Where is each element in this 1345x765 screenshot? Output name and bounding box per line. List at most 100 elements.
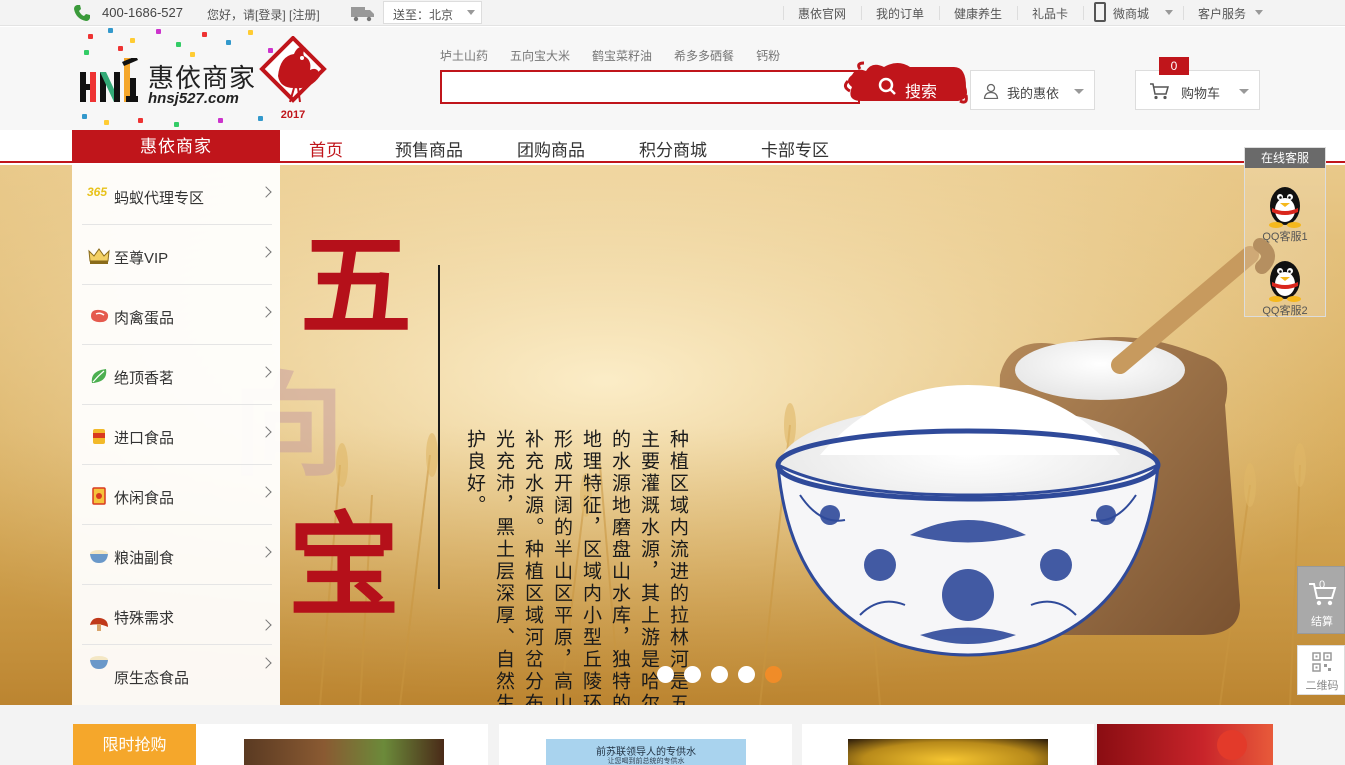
category-label: 原生态食品 bbox=[114, 670, 190, 687]
delivery-region-select[interactable]: 送至：北京 bbox=[383, 1, 482, 24]
chevron-down-icon bbox=[1074, 89, 1084, 94]
category-label: 至尊VIP bbox=[114, 250, 169, 267]
nav-points-mall[interactable]: 积分商城 bbox=[639, 136, 707, 161]
hot-search-words: 垆土山药 五向宝大米 鹤宝菜籽油 希多多硒餐 钙粉 bbox=[440, 47, 802, 64]
qrcode-label: 二维码 bbox=[1305, 680, 1339, 692]
carousel-dot[interactable] bbox=[738, 666, 755, 683]
chevron-right-icon bbox=[260, 657, 272, 669]
tea-leaf-icon bbox=[91, 369, 107, 383]
hotword-link[interactable]: 五向宝大米 bbox=[510, 49, 570, 63]
category-label: 蚂蚁代理专区 bbox=[114, 190, 205, 207]
category-tea[interactable]: 绝顶香茗 bbox=[82, 345, 272, 405]
divider bbox=[1183, 6, 1184, 20]
carousel-dot[interactable] bbox=[684, 666, 701, 683]
category-grain-oil[interactable]: 粮油副食 bbox=[82, 525, 272, 585]
promo-card[interactable] bbox=[196, 724, 488, 765]
search-button[interactable] bbox=[842, 57, 970, 109]
promo-water-subtitle: 让您喝到前总统的专供水 bbox=[607, 758, 685, 765]
qq-agent-label[interactable]: QQ客服2 bbox=[1245, 302, 1325, 318]
category-imported[interactable]: 进口食品 bbox=[82, 405, 272, 465]
rooster-year-badge: 2017 bbox=[259, 36, 327, 121]
my-orders-link[interactable]: 我的订单 bbox=[876, 0, 924, 26]
user-icon bbox=[983, 83, 999, 99]
svg-text:五: 五 bbox=[300, 221, 412, 352]
customer-service-link[interactable]: 客户服务 bbox=[1198, 0, 1246, 26]
category-menu: 365 蚂蚁代理专区 至尊VIP 肉禽蛋品 绝顶香茗 进口食品 休闲食品 粮油副… bbox=[72, 165, 280, 705]
confetti-dot bbox=[190, 52, 195, 57]
nav-group-buy[interactable]: 团购商品 bbox=[517, 136, 585, 161]
cart-icon bbox=[1309, 583, 1337, 606]
category-ant-agent[interactable]: 365 蚂蚁代理专区 bbox=[82, 165, 272, 225]
logo-url: hnsj527.com bbox=[148, 90, 239, 107]
confetti-dot bbox=[174, 122, 179, 127]
qq-penguin-icon[interactable] bbox=[1263, 182, 1307, 228]
nav-card-zone[interactable]: 卡部专区 bbox=[761, 136, 829, 161]
my-account-button[interactable]: 我的惠依 bbox=[970, 70, 1095, 110]
main-nav: 惠依商家 首页 预售商品 团购商品 积分商城 卡部专区 bbox=[0, 130, 1345, 163]
carousel-dot[interactable] bbox=[711, 666, 728, 683]
rice-bowl-icon bbox=[90, 550, 108, 563]
chevron-right-icon bbox=[260, 186, 272, 198]
divider bbox=[861, 6, 862, 20]
phone-icon bbox=[74, 5, 90, 21]
promo-card[interactable] bbox=[802, 724, 1094, 765]
category-label: 绝顶香茗 bbox=[114, 370, 175, 387]
carousel-dot-active[interactable] bbox=[765, 666, 782, 683]
category-label: 特殊需求 bbox=[114, 610, 175, 627]
promo-card-image bbox=[848, 739, 1048, 765]
promo-lantern-image bbox=[1217, 730, 1247, 760]
category-organic[interactable]: 原生态食品 bbox=[82, 645, 272, 705]
online-service-title: 在线客服 bbox=[1245, 148, 1325, 168]
category-meat-eggs[interactable]: 肉禽蛋品 bbox=[82, 285, 272, 345]
confetti-dot bbox=[104, 120, 109, 125]
confetti-dot bbox=[218, 118, 223, 123]
qq-penguin-icon[interactable] bbox=[1263, 256, 1307, 302]
flash-sale-tab[interactable]: 限时抢购 bbox=[73, 724, 196, 765]
divider bbox=[1017, 6, 1018, 20]
login-link[interactable]: [登录] bbox=[255, 8, 286, 22]
confetti-dot bbox=[226, 40, 231, 45]
micro-mall-link[interactable]: 微商城 bbox=[1113, 0, 1149, 26]
category-label: 粮油副食 bbox=[114, 550, 175, 567]
promo-card[interactable] bbox=[1097, 724, 1273, 765]
cart-icon bbox=[1150, 83, 1169, 100]
chevron-right-icon bbox=[260, 486, 272, 498]
hotword-link[interactable]: 垆土山药 bbox=[440, 49, 488, 63]
carousel-dot[interactable] bbox=[657, 666, 674, 683]
delivery-truck-icon bbox=[351, 7, 374, 22]
divider bbox=[1083, 6, 1084, 20]
confetti-dot bbox=[130, 38, 135, 43]
category-vip[interactable]: 至尊VIP bbox=[82, 225, 272, 285]
greeting: 您好，请[登录] [注册] bbox=[207, 6, 320, 23]
confetti-dot bbox=[176, 42, 181, 47]
checkout-label: 结算 bbox=[1311, 616, 1333, 628]
hotword-link[interactable]: 钙粉 bbox=[756, 49, 780, 63]
category-snacks[interactable]: 休闲食品 bbox=[82, 465, 272, 525]
cart-label: 购物车 bbox=[1181, 86, 1221, 101]
confetti-dot bbox=[138, 118, 143, 123]
chevron-right-icon bbox=[260, 546, 272, 558]
qq-agent-label[interactable]: QQ客服1 bbox=[1245, 228, 1325, 244]
divider bbox=[783, 6, 784, 20]
cart-button[interactable]: 购物车 bbox=[1135, 70, 1260, 110]
category-special-needs[interactable]: 特殊需求 bbox=[82, 585, 272, 645]
gift-card-link[interactable]: 礼品卡 bbox=[1032, 0, 1068, 26]
qrcode-dock-button[interactable]: 二维码 bbox=[1297, 645, 1345, 695]
nav-home[interactable]: 首页 bbox=[309, 136, 343, 161]
confetti-dot bbox=[118, 46, 123, 51]
checkout-dock-button[interactable]: 0 结算 bbox=[1297, 566, 1345, 634]
divider bbox=[939, 6, 940, 20]
search-input[interactable] bbox=[440, 70, 860, 104]
chevron-down-icon bbox=[467, 10, 475, 15]
official-site-link[interactable]: 惠依官网 bbox=[798, 0, 846, 26]
nav-presale[interactable]: 预售商品 bbox=[395, 136, 463, 161]
banner-copy: 种植区域内流进的拉林河是五常市主要灌溉水源，其上游是哈尔滨市的水源地磨盘山水库，… bbox=[464, 429, 689, 705]
confetti-dot bbox=[248, 30, 253, 35]
hotword-link[interactable]: 鹤宝菜籽油 bbox=[592, 49, 652, 63]
all-categories-title[interactable]: 惠依商家 bbox=[72, 130, 280, 163]
health-link[interactable]: 健康养生 bbox=[954, 0, 1002, 26]
greeting-text: 您好，请 bbox=[207, 8, 256, 22]
register-link[interactable]: [注册] bbox=[289, 8, 320, 22]
chevron-down-icon bbox=[1255, 10, 1263, 15]
hotword-link[interactable]: 希多多硒餐 bbox=[674, 49, 734, 63]
